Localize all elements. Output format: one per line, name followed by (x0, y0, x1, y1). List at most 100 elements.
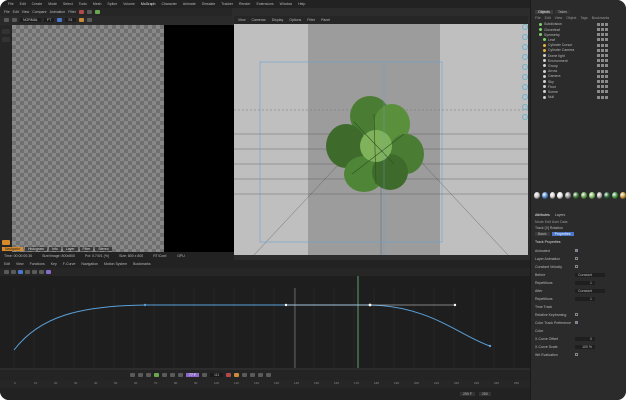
object-row[interactable]: Group (539, 64, 625, 69)
object-row[interactable]: Cylinder Camera (539, 48, 625, 53)
tag-icon[interactable] (605, 74, 608, 78)
attribute-checkbox[interactable] (575, 257, 578, 260)
menu-tracker[interactable]: Tracker (221, 2, 233, 6)
tag-icon[interactable] (605, 80, 608, 84)
tag-icon[interactable] (597, 22, 600, 26)
key-tool-icon[interactable] (25, 270, 30, 274)
tag-icon[interactable] (601, 95, 604, 99)
menu-volume[interactable]: Volume (123, 2, 135, 6)
tab-objects[interactable]: Objects (535, 9, 553, 14)
picture-viewer-canvas[interactable] (12, 25, 234, 252)
go-end-icon[interactable] (178, 373, 183, 377)
next-frame-icon[interactable] (162, 373, 167, 377)
material-ball-icon[interactable] (557, 191, 564, 199)
menu-select[interactable]: Select (63, 2, 73, 6)
tag-icon[interactable] (597, 80, 600, 84)
fcurve-mode-icon[interactable] (18, 270, 23, 274)
mode-basic[interactable]: Basic (535, 232, 550, 236)
object-row[interactable]: Sky (539, 79, 625, 84)
axis-mode-icon[interactable] (522, 74, 528, 80)
tag-icon[interactable] (605, 59, 608, 63)
object-row[interactable]: Arrow (539, 69, 625, 74)
mode-properties[interactable]: Properties (551, 232, 574, 236)
om-menu-edit[interactable]: Edit (545, 16, 551, 20)
menu-tools[interactable]: Tools (79, 2, 87, 6)
tag-icon[interactable] (601, 80, 604, 84)
snap-icon[interactable] (522, 84, 528, 90)
tag-icon[interactable] (597, 38, 600, 42)
zoom-icon[interactable] (86, 18, 92, 22)
rotation-key-icon[interactable] (258, 373, 264, 377)
vp-menu-display[interactable]: Display (272, 18, 283, 22)
render-icon[interactable] (78, 10, 84, 14)
keyframe-point[interactable] (488, 344, 492, 348)
material-ball-icon[interactable] (612, 191, 619, 199)
om-menu-tags[interactable]: Tags (580, 16, 587, 20)
menu-window[interactable]: Window (280, 2, 292, 6)
tag-icon[interactable] (597, 54, 600, 58)
3d-viewport[interactable] (234, 24, 528, 255)
tag-icon[interactable] (605, 38, 608, 42)
pv-menu-filter[interactable]: Filter (68, 10, 76, 14)
frame-readout[interactable]: 111 (210, 373, 224, 377)
fcurve-graph[interactable] (0, 276, 530, 368)
tag-icon[interactable] (597, 43, 600, 47)
tl-menu-navigation[interactable]: Navigation (81, 262, 98, 266)
om-menu-bookmarks[interactable]: Bookmarks (592, 16, 610, 20)
prev-frame-icon[interactable] (146, 373, 151, 377)
menu-mograph[interactable]: MoGraph (141, 2, 156, 6)
pv-menu-edit[interactable]: Edit (13, 10, 19, 14)
object-row[interactable]: Cloverleaf (539, 27, 625, 32)
snapshot-icon[interactable] (78, 18, 84, 22)
workplane-icon[interactable] (522, 94, 528, 100)
attribute-number-field[interactable]: 100 % (575, 344, 595, 349)
om-menu-view[interactable]: View (555, 16, 563, 20)
tab-navigator[interactable]: Navigator (2, 247, 23, 251)
vp-menu-cameras[interactable]: Cameras (252, 18, 266, 22)
tl-menu-fcurve[interactable]: F-Curve (63, 262, 76, 266)
tag-icon[interactable] (601, 90, 604, 94)
vp-menu-panel[interactable]: Panel (321, 18, 330, 22)
menu-animate[interactable]: Animate (183, 2, 196, 6)
menu-render[interactable]: Render (239, 2, 250, 6)
keyframe-point[interactable] (143, 303, 147, 307)
tab-histogram[interactable]: Histogram (24, 247, 47, 251)
menu-mode[interactable]: Mode (48, 2, 57, 6)
material-ball-icon[interactable] (541, 191, 548, 199)
attribute-number-field[interactable]: 1 (575, 296, 595, 301)
menu-help[interactable]: Help (298, 2, 305, 6)
attribute-number-field[interactable]: 1 (575, 280, 595, 285)
material-ball-icon[interactable] (588, 191, 595, 199)
tab-layer[interactable]: Layer (62, 247, 78, 251)
material-ball-icon[interactable] (596, 191, 603, 199)
tl-menu-bookmarks[interactable]: Bookmarks (133, 262, 151, 266)
tab-info[interactable]: Info (48, 247, 61, 251)
prev-key-icon[interactable] (138, 373, 143, 377)
loop-icon[interactable] (202, 373, 208, 377)
tag-icon[interactable] (605, 69, 608, 73)
material-ball-icon[interactable] (604, 191, 611, 199)
tag-icon[interactable] (597, 59, 600, 63)
edges-mode-icon[interactable] (522, 34, 528, 40)
tab-layers[interactable]: Layers (555, 213, 566, 217)
pv-menu-compare[interactable]: Compare (32, 10, 46, 14)
record-icon[interactable] (226, 373, 232, 377)
attribute-checkbox[interactable] (575, 321, 578, 324)
menu-create[interactable]: Create (32, 2, 43, 6)
ab-compare-icon[interactable] (57, 18, 63, 22)
material-ball-icon[interactable] (549, 191, 556, 199)
scale-key-icon[interactable] (266, 373, 272, 377)
stop-icon[interactable] (86, 10, 92, 14)
tag-icon[interactable] (601, 33, 604, 37)
pv-tool-icon[interactable] (2, 29, 10, 34)
tangent-point[interactable] (453, 303, 457, 307)
play-icon[interactable] (154, 373, 159, 377)
object-row[interactable]: Cylinder Cursor (539, 43, 625, 48)
tag-icon[interactable] (605, 64, 608, 68)
lock-icon[interactable] (522, 104, 528, 110)
menu-character[interactable]: Character (161, 2, 176, 6)
tab-filter[interactable]: Filter (79, 247, 94, 251)
vp-menu-view[interactable]: View (238, 18, 246, 22)
selected-keyframe[interactable] (368, 303, 372, 307)
end-frame-field[interactable]: 250 F (460, 392, 475, 396)
